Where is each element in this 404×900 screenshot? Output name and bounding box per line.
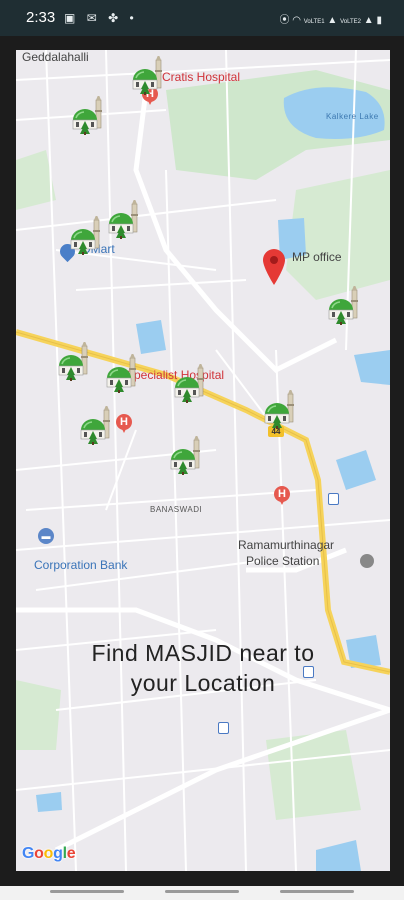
masjid-marker-icon[interactable] xyxy=(104,354,140,394)
dot-icon: • xyxy=(129,11,138,25)
place-label-banaswadi: BANASWADI xyxy=(150,505,203,514)
masjid-marker-icon[interactable] xyxy=(168,436,204,476)
nav-segment xyxy=(280,890,354,893)
masjid-marker-icon[interactable] xyxy=(70,96,106,136)
place-label-police-station-line2[interactable]: Police Station xyxy=(246,554,319,568)
signal-icon: ▲ xyxy=(363,15,374,26)
hospital-icon[interactable]: H xyxy=(274,486,290,505)
water-body xyxy=(36,792,62,812)
fan-icon: ✤ xyxy=(108,11,123,25)
network-label-2: VoLTE2 xyxy=(340,19,362,25)
hospital-icon[interactable]: H xyxy=(116,414,132,433)
place-label-kalkere-lake: Kalkere Lake xyxy=(326,112,379,121)
map-view[interactable]: Geddalahalli Cratis Hospital Kalkere Lak… xyxy=(16,50,390,871)
park-area xyxy=(266,730,361,820)
navigation-bar[interactable] xyxy=(0,886,404,900)
system-icons: ⦿ ◠ VoLTE1 ▲ VoLTE2 ▲ ▮ xyxy=(279,11,382,26)
place-label-cratis-hospital[interactable]: Cratis Hospital xyxy=(162,70,240,84)
masjid-marker-icon[interactable] xyxy=(56,342,92,382)
headline-line1: Find MASJID near to xyxy=(91,640,315,666)
masjid-marker-icon[interactable] xyxy=(262,390,298,430)
bank-icon[interactable]: ▬ xyxy=(38,528,54,544)
headline: Find MASJID near to your Location xyxy=(16,638,390,698)
location-pin-icon[interactable] xyxy=(262,248,286,286)
notification-icons: ▣ ✉ ✤ • xyxy=(64,11,138,25)
police-icon[interactable] xyxy=(360,554,374,568)
mail-icon: ✉ xyxy=(86,11,101,25)
nav-segment xyxy=(165,890,239,893)
signal-icon: ▲ xyxy=(327,15,338,26)
place-label-corporation-bank[interactable]: Corporation Bank xyxy=(34,558,127,572)
water-body xyxy=(136,320,166,354)
wifi-icon: ◠ xyxy=(292,15,301,26)
place-label-police-station-line1[interactable]: Ramamurthinagar xyxy=(238,538,334,552)
water-body xyxy=(354,350,390,385)
masjid-marker-icon[interactable] xyxy=(172,364,208,404)
headline-line2: your Location xyxy=(130,670,276,696)
place-label-geddalahalli: Geddalahalli xyxy=(22,50,89,64)
image-icon: ▣ xyxy=(64,11,80,25)
bus-stop-icon[interactable] xyxy=(218,722,229,734)
water-body xyxy=(336,450,376,490)
masjid-marker-icon[interactable] xyxy=(130,56,166,96)
masjid-marker-icon[interactable] xyxy=(106,200,142,240)
masjid-marker-icon[interactable] xyxy=(78,406,114,446)
status-time: 2:33 xyxy=(26,9,56,26)
nav-segment xyxy=(50,890,124,893)
location-icon: ⦿ xyxy=(279,15,290,26)
google-logo[interactable]: Google xyxy=(22,845,76,863)
masjid-marker-icon[interactable] xyxy=(68,216,104,256)
status-bar: 2:33 ▣ ✉ ✤ • ⦿ ◠ VoLTE1 ▲ VoLTE2 ▲ ▮ xyxy=(0,0,404,36)
battery-icon: ▮ xyxy=(376,15,382,26)
water-body xyxy=(316,840,361,871)
place-label-mp-office[interactable]: MP office xyxy=(292,250,342,264)
masjid-marker-icon[interactable] xyxy=(326,286,362,326)
bus-stop-icon[interactable] xyxy=(328,493,339,505)
network-label-1: VoLTE1 xyxy=(303,19,325,25)
